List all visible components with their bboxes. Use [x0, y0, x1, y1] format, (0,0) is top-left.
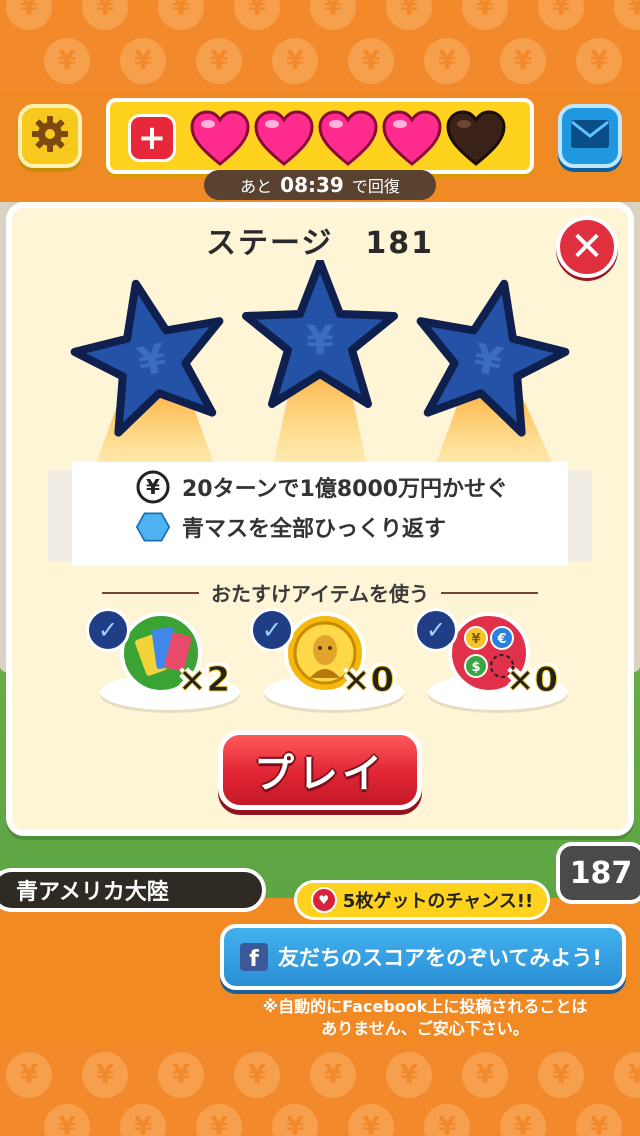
note-line-1: ※自動的にFacebook上に投稿されることは: [262, 997, 588, 1016]
facebook-button-label: 友だちのスコアをのぞいてみよう!: [278, 946, 602, 970]
chance-text: 5枚ゲットのチャンス!!: [342, 891, 534, 912]
yen-icon: ¥: [614, 0, 640, 30]
yen-icon: ¥: [614, 1052, 640, 1098]
item-currency-coins[interactable]: ¥ € $ ✓ ×0: [414, 604, 568, 714]
item-count: ×0: [505, 660, 559, 701]
stars-display: ¥ ¥ ¥: [70, 260, 570, 480]
yen-pattern-top: ¥ ¥ ¥ ¥ ¥ ¥ ¥ ¥ ¥ ¥ ¥ ¥ ¥ ¥ ¥ ¥ ¥: [0, 0, 640, 92]
yen-icon: ¥: [386, 1052, 432, 1098]
yen-icon: ¥: [538, 0, 584, 30]
region-label: 青アメリカ大陸: [0, 868, 266, 912]
items-heading-text: おたすけアイテムを使う: [211, 582, 429, 606]
yen-icon: ¥: [6, 0, 52, 30]
settings-button[interactable]: [18, 104, 82, 168]
yen-icon: ¥: [424, 1104, 470, 1136]
facebook-note: ※自動的にFacebook上に投稿されることは ありません、ご安心下さい。: [220, 996, 630, 1040]
lives-bar: +: [106, 98, 534, 174]
yen-icon: ¥: [500, 1104, 546, 1136]
close-icon: ✕: [570, 224, 604, 270]
life-recovery-timer: あと 08:39 で回復: [204, 170, 436, 200]
yen-icon: ¥: [576, 38, 622, 84]
heart-empty-icon: [446, 110, 506, 166]
yen-icon: ¥: [310, 0, 356, 30]
yen-icon: ¥: [196, 1104, 242, 1136]
yen-icon: ¥: [158, 0, 204, 30]
yen-icon: ¥: [158, 1052, 204, 1098]
yen-icon: ¥: [272, 38, 318, 84]
heart-full-icon: [254, 110, 314, 166]
heart-full-icon: [318, 110, 378, 166]
heart-icon: ♥: [310, 887, 337, 913]
yen-icon: ¥: [272, 1104, 318, 1136]
yen-icon: ¥: [234, 1052, 280, 1098]
yen-icon: ¥: [576, 1104, 622, 1136]
mail-button[interactable]: [558, 104, 622, 168]
yen-icon: ¥: [348, 38, 394, 84]
yen-pattern-bottom: ¥ ¥ ¥ ¥ ¥ ¥ ¥ ¥ ¥ ¥ ¥ ¥ ¥ ¥ ¥ ¥ ¥: [0, 1046, 640, 1136]
svg-text:€: €: [496, 632, 506, 647]
svg-text:$: $: [471, 660, 480, 675]
yen-icon: ¥: [120, 38, 166, 84]
stage-title: ステージ 181: [205, 226, 435, 261]
yen-icon: ¥: [82, 1052, 128, 1098]
yen-icon: ¥: [500, 38, 546, 84]
yen-icon: ¥: [462, 0, 508, 30]
yen-icon: ¥: [538, 1052, 584, 1098]
yen-icon: ¥: [196, 38, 242, 84]
yen-icon: ¥: [386, 0, 432, 30]
note-line-2: ありません、ご安心下さい。: [321, 1019, 529, 1038]
objective-row: ¥ 20ターンで1億8000万円かせぐ: [136, 470, 508, 504]
yen-icon: ¥: [310, 1052, 356, 1098]
heart-full-icon: [382, 110, 442, 166]
checkmark-icon: ✓: [86, 608, 130, 652]
gear-icon: [30, 114, 70, 158]
item-golden-portrait[interactable]: ✓ ×0: [250, 604, 404, 714]
objective-text: 青マスを全部ひっくり返す: [182, 517, 447, 542]
facebook-icon: f: [240, 943, 268, 971]
yen-icon: ¥: [462, 1052, 508, 1098]
yen-coin-icon: ¥: [136, 470, 170, 504]
yen-icon: ¥: [234, 0, 280, 30]
yen-icon: ¥: [424, 38, 470, 84]
add-lives-button[interactable]: +: [128, 114, 176, 162]
region-name: 青アメリカ大陸: [16, 880, 169, 905]
facebook-friends-button[interactable]: f 友だちのスコアをのぞいてみよう!: [220, 924, 626, 990]
heart-full-icon: [190, 110, 250, 166]
yen-icon: ¥: [120, 1104, 166, 1136]
envelope-icon: [570, 119, 610, 153]
chance-banner: ♥ 5枚ゲットのチャンス!!: [294, 880, 550, 920]
item-money-bills[interactable]: ✓ ×2: [86, 604, 240, 714]
items-heading: おたすけアイテムを使う: [90, 578, 550, 607]
item-count: ×0: [341, 660, 395, 701]
item-count: ×2: [177, 660, 231, 701]
timer-prefix: あと: [240, 177, 273, 196]
blue-hexagon-icon: [136, 510, 170, 544]
play-button[interactable]: プレイ: [218, 730, 422, 810]
svg-text:¥: ¥: [471, 632, 480, 647]
yen-icon: ¥: [44, 38, 90, 84]
yen-icon: ¥: [6, 1052, 52, 1098]
svg-text:¥: ¥: [306, 318, 334, 364]
checkmark-icon: ✓: [414, 608, 458, 652]
ribbon-tail-right: [564, 470, 592, 562]
checkmark-icon: ✓: [250, 608, 294, 652]
timer-value: 08:39: [280, 173, 344, 197]
svg-text:¥: ¥: [146, 475, 160, 499]
yen-icon: ¥: [44, 1104, 90, 1136]
yen-icon: ¥: [348, 1104, 394, 1136]
objective-row: 青マスを全部ひっくり返す: [136, 510, 446, 544]
yen-icon: ¥: [82, 0, 128, 30]
objective-text: 20ターンで1億8000万円かせぐ: [182, 477, 509, 502]
timer-suffix: で回復: [351, 177, 400, 196]
next-stage-badge: 187: [556, 842, 640, 904]
